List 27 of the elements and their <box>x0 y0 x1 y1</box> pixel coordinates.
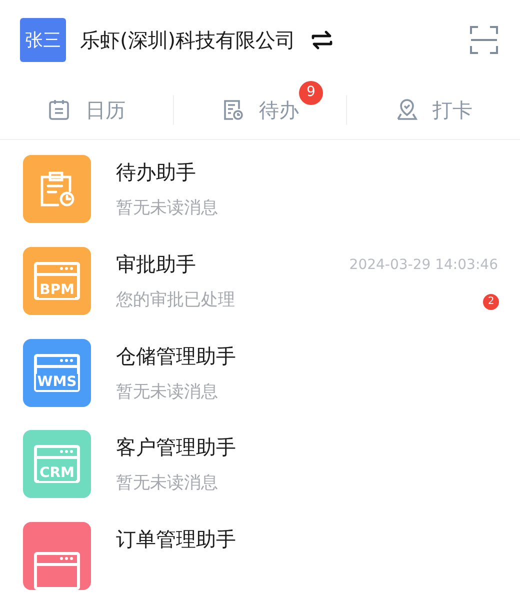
company-name: 乐虾(深圳)科技有限公司 <box>80 27 296 54</box>
assistant-row[interactable]: CRM 客户管理助手 暂无未读消息 <box>0 415 520 508</box>
assistant-title: 待办助手 <box>116 159 197 186</box>
timestamp: 2024-03-29 14:03:46 <box>349 256 498 275</box>
app-icon: BPM <box>23 246 91 315</box>
message-preview: 暂无未读消息 <box>116 197 218 220</box>
unread-badge: 2 <box>483 294 499 310</box>
message-preview: 暂无未读消息 <box>116 472 219 496</box>
assistant-row[interactable]: BPM 审批助手 您的审批已处理 2024-03-29 14:03:46 2 <box>0 232 520 324</box>
switch-icon[interactable] <box>310 30 334 50</box>
location-check-icon <box>394 98 419 122</box>
document-clock-icon <box>221 98 245 122</box>
assistant-title: 审批助手 <box>116 250 197 278</box>
count-badge: 9 <box>299 80 323 104</box>
avatar[interactable]: 张三 <box>20 18 66 62</box>
assistant-row[interactable]: WMS 仓储管理助手 暂无未读消息 <box>0 324 520 416</box>
assistant-title: 仓储管理助手 <box>116 342 236 370</box>
message-preview: 您的审批已处理 <box>116 288 235 312</box>
scan-icon[interactable] <box>470 26 498 54</box>
message-preview: 暂无未读消息 <box>116 380 219 404</box>
app-icon: CRM <box>23 430 91 498</box>
assistant-row[interactable]: 订单管理助手 <box>0 507 520 599</box>
calendar-icon <box>47 98 72 122</box>
app-icon: WMS <box>23 338 91 407</box>
assistant-row[interactable]: 待办助手 暂无未读消息 <box>0 140 520 232</box>
assistant-title: 订单管理助手 <box>116 526 236 554</box>
assistant-title: 客户管理助手 <box>116 434 236 462</box>
